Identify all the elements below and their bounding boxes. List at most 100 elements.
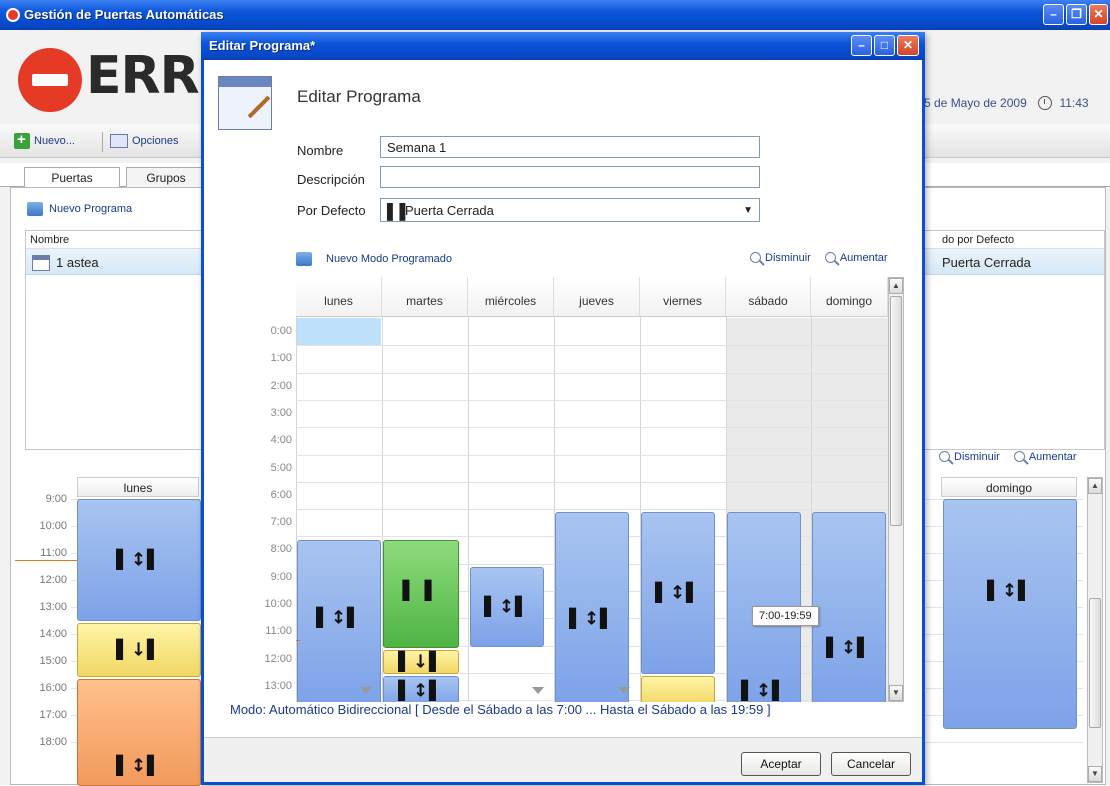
tab-grupos[interactable]: Grupos: [126, 167, 206, 187]
grid-row-line: [296, 345, 888, 346]
time-label: 17:00: [39, 709, 67, 721]
time-label: 11:00: [40, 547, 67, 559]
bidirectional-door-icon: ▌↕▌: [316, 607, 362, 629]
dialog-title-bar[interactable]: Editar Programa* – □ ✕: [201, 32, 925, 60]
accept-button[interactable]: Aceptar: [741, 752, 821, 776]
dialog-close-icon[interactable]: ✕: [897, 35, 919, 56]
calendar-icon: [32, 255, 50, 271]
column-name[interactable]: Nombre: [30, 234, 69, 246]
day-header: martes: [382, 277, 468, 317]
day-header: jueves: [554, 277, 640, 317]
date-text: 5 de Mayo de 2009: [924, 96, 1027, 110]
schedule-block-martes-closed[interactable]: ▌ ▌: [383, 540, 459, 648]
chevron-down-icon[interactable]: ▼: [743, 205, 753, 216]
zoom-in-label: Aumentar: [839, 252, 888, 264]
schedule-block-viernes[interactable]: ▌↕▌: [641, 512, 715, 674]
scroll-thumb[interactable]: [890, 296, 902, 526]
dialog-maximize-icon[interactable]: □: [874, 35, 895, 56]
schedule-block-lunes[interactable]: ▌↕▌: [297, 540, 381, 702]
new-mode-button[interactable]: Nuevo Modo Programado: [296, 252, 452, 266]
edit-program-dialog: Editar Programa* – □ ✕ Editar Programa N…: [201, 32, 925, 785]
main-day-header-domingo: domingo: [941, 477, 1077, 497]
name-field[interactable]: [380, 136, 760, 158]
time-label: 10:00: [39, 520, 67, 532]
schedule-block-viernes-yellow[interactable]: [641, 676, 715, 702]
calendar-edit-icon: [218, 76, 272, 130]
default-label: Por Defecto: [297, 203, 366, 218]
schedule-block-jueves[interactable]: ▌↕▌: [555, 512, 629, 702]
dialog-grid-scrollbar[interactable]: ▲ ▼: [888, 277, 904, 702]
time-label: 12:00: [39, 574, 67, 586]
schedule-block-domingo[interactable]: ▌↕▌: [812, 512, 886, 702]
grid-row-line: [296, 509, 888, 510]
new-program-label: Nuevo Programa: [49, 203, 133, 215]
time-label: 5:00: [270, 462, 292, 474]
new-program-button[interactable]: Nuevo Programa: [27, 202, 132, 216]
expand-down-icon[interactable]: [618, 687, 630, 694]
column-default-mode[interactable]: do por Defecto: [942, 234, 1014, 246]
main-zoom-out-button[interactable]: Disminuir: [939, 451, 1000, 463]
bidirectional-door-icon: ▌↕▌: [398, 680, 444, 702]
new-program-icon: [27, 202, 43, 216]
main-schedule-scrollbar[interactable]: ▲ ▼: [1087, 477, 1103, 783]
day-header: sábado: [726, 277, 811, 317]
scroll-down-icon[interactable]: ▼: [1088, 766, 1102, 782]
day-header: domingo: [811, 277, 888, 317]
time-label: 3:00: [270, 407, 292, 419]
new-button[interactable]: Nuevo...: [14, 130, 75, 152]
default-mode-select[interactable]: ▌▌ Puerta Cerrada ▼: [380, 198, 760, 222]
main-schedule-block-domingo[interactable]: ▌↕▌: [943, 499, 1077, 729]
bidirectional-door-icon: ▌↕▌: [741, 680, 787, 702]
time-label: 9:00: [45, 493, 67, 505]
scroll-up-icon[interactable]: ▲: [889, 278, 903, 294]
scroll-down-icon[interactable]: ▼: [889, 685, 903, 701]
bidirectional-door-icon: ▌↕▌: [116, 755, 162, 777]
time-label: 13:00: [39, 601, 67, 613]
options-button[interactable]: Opciones: [110, 130, 178, 152]
logo-text: ERR: [86, 46, 200, 106]
expand-down-icon[interactable]: [360, 687, 372, 694]
date-time-display: 5 de Mayo de 2009 11:43: [924, 96, 1089, 110]
zoom-out-label: Disminuir: [954, 451, 1000, 463]
zoom-in-label: Aumentar: [1028, 451, 1077, 463]
schedule-block-martes-auto[interactable]: ▌↕▌: [383, 676, 459, 702]
main-zoom-controls: Disminuir Aumentar: [939, 451, 1077, 463]
time-range-tooltip: 7:00-19:59: [752, 606, 819, 626]
row-name: 1 astea: [56, 255, 99, 270]
week-schedule-grid: lunes martes miércoles jueves viernes sábado d…: [296, 277, 904, 702]
scroll-up-icon[interactable]: ▲: [1088, 478, 1102, 494]
grid-row-line: [296, 455, 888, 456]
main-schedule-block-orange[interactable]: ▌↕▌: [77, 679, 201, 786]
selected-cell[interactable]: [297, 318, 381, 345]
app-logo-icon: [6, 8, 20, 22]
main-schedule-block-yellow[interactable]: ▌↓▌: [77, 623, 201, 677]
time-label: 14:00: [39, 628, 67, 640]
expand-down-icon[interactable]: [532, 687, 544, 694]
time-label: 15:00: [39, 655, 67, 667]
cancel-button[interactable]: Cancelar: [831, 752, 911, 776]
new-mode-icon: [296, 252, 312, 266]
tab-puertas[interactable]: Puertas: [24, 167, 120, 187]
dialog-zoom-out-button[interactable]: Disminuir: [750, 252, 811, 264]
time-label: 16:00: [39, 682, 67, 694]
time-label: 12:00: [264, 653, 292, 665]
schedule-block-miercoles[interactable]: ▌↕▌: [470, 567, 544, 647]
main-schedule-block-auto[interactable]: ▌↕▌: [77, 499, 201, 621]
dialog-minimize-icon[interactable]: –: [851, 35, 872, 56]
bidirectional-door-icon: ▌↕▌: [655, 582, 701, 604]
close-icon[interactable]: ✕: [1089, 4, 1108, 25]
main-title-bar[interactable]: Gestión de Puertas Automáticas – ❐ ✕: [0, 0, 1110, 30]
grid-row-line: [296, 400, 888, 401]
clock-icon: [1038, 96, 1053, 110]
dialog-footer: Aceptar Cancelar: [204, 737, 922, 782]
description-field[interactable]: [380, 166, 760, 188]
minimize-icon[interactable]: –: [1043, 4, 1064, 25]
scroll-thumb[interactable]: [1089, 598, 1101, 728]
mode-status-text: Modo: Automático Bidireccional [ Desde e…: [230, 702, 771, 717]
schedule-block-martes-yellow[interactable]: ▌↓▌: [383, 650, 459, 674]
time-label: 10:00: [264, 598, 292, 610]
main-zoom-in-button[interactable]: Aumentar: [1013, 451, 1077, 463]
dialog-zoom-in-button[interactable]: Aumentar: [824, 252, 888, 264]
restore-icon[interactable]: ❐: [1066, 4, 1087, 25]
time-label: 1:00: [270, 352, 292, 364]
